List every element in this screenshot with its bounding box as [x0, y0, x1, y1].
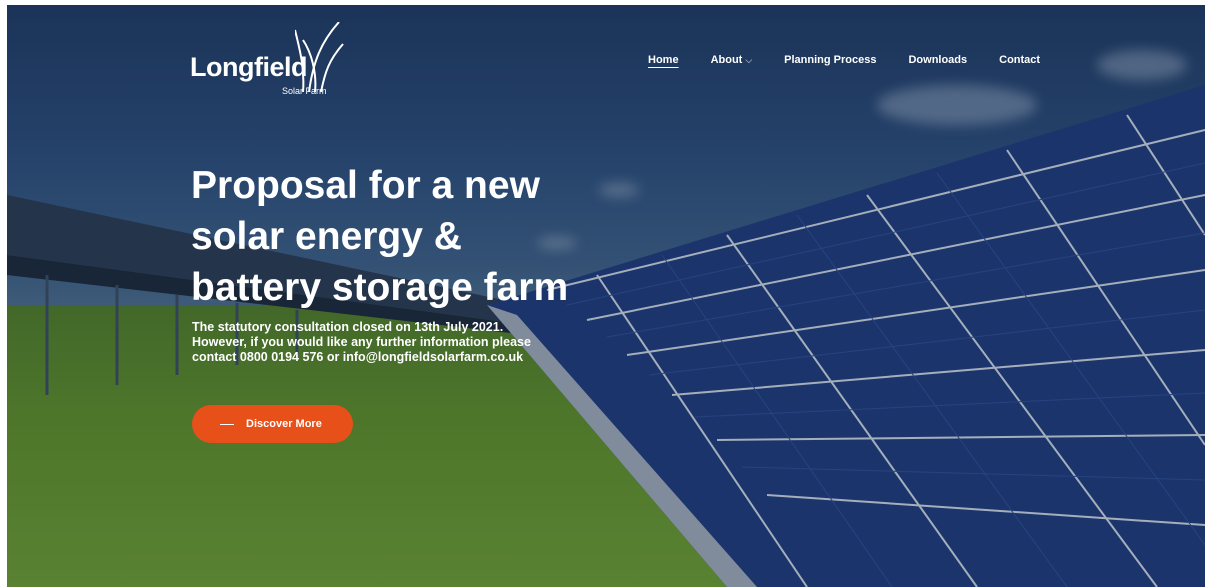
dash-icon	[220, 423, 234, 425]
main-nav: Home About ⌵ Planning Process Downloads C…	[648, 54, 1072, 66]
logo-subtitle: Solar Farm	[282, 86, 327, 96]
logo-wordmark: Longfield	[190, 52, 307, 82]
hero-headline: Proposal for a new solar energy & batter…	[191, 160, 631, 313]
chevron-down-icon: ⌵	[745, 55, 753, 65]
subtext-line: The statutory consultation closed on 13t…	[192, 320, 504, 334]
nav-contact[interactable]: Contact	[999, 54, 1040, 66]
nav-about-label: About	[710, 54, 743, 66]
logo[interactable]: Longfield Solar Farm	[190, 22, 350, 102]
discover-more-label: Discover More	[246, 418, 322, 430]
headline-line: solar energy &	[191, 215, 462, 258]
nav-about[interactable]: About ⌵	[711, 54, 753, 66]
hero-subtext: The statutory consultation closed on 13t…	[192, 320, 612, 365]
subtext-line: However, if you would like any further i…	[192, 335, 531, 349]
nav-planning-process[interactable]: Planning Process	[784, 54, 876, 66]
subtext-line: contact 0800 0194 576 or info@longfields…	[192, 350, 524, 364]
nav-home[interactable]: Home	[648, 54, 679, 66]
headline-line: Proposal for a new	[191, 164, 540, 207]
headline-line: battery storage farm	[191, 266, 569, 309]
cloud	[1097, 50, 1187, 80]
nav-downloads[interactable]: Downloads	[908, 54, 967, 66]
discover-more-button[interactable]: Discover More	[192, 405, 353, 443]
